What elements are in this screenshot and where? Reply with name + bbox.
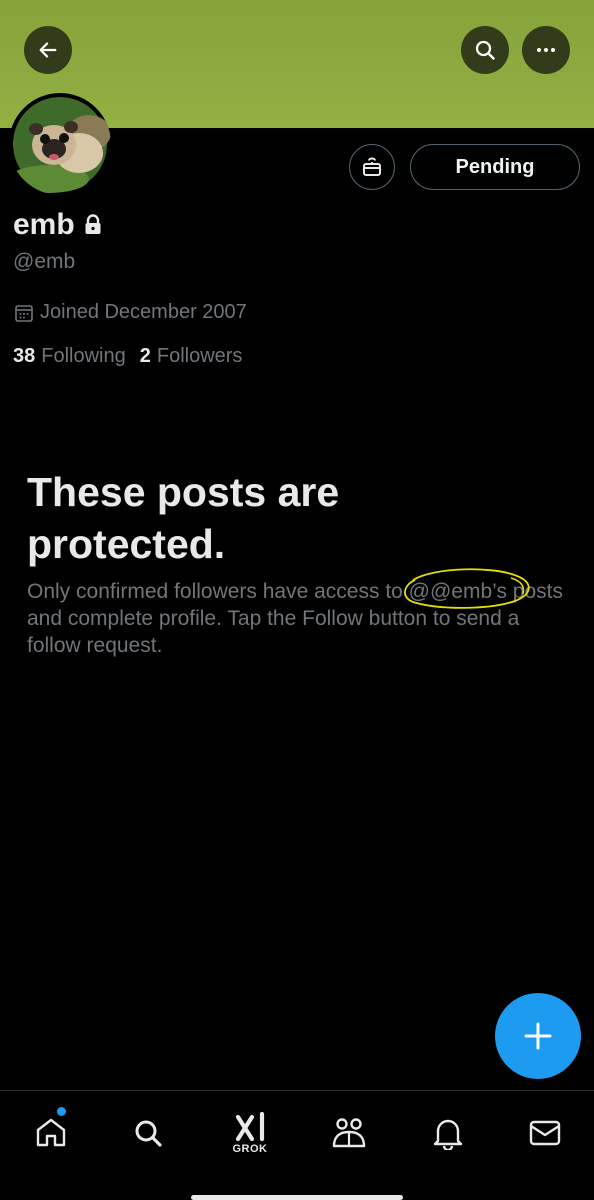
gift-icon [363,157,381,176]
arrow-left-icon [39,42,57,58]
nav-communities[interactable] [325,1109,373,1157]
pending-button[interactable]: Pending [410,144,580,190]
lock-icon [85,214,101,234]
following-label: Following [41,345,126,367]
more-options-button[interactable] [522,26,570,74]
display-name: emb [13,208,103,242]
avatar-image [9,97,111,193]
home-icon [36,1118,66,1147]
bottom-navigation: GROK [0,1090,594,1200]
nav-home[interactable] [27,1109,75,1157]
followers-count: 2 [139,345,151,367]
back-button[interactable] [24,26,72,74]
nav-messages[interactable] [521,1109,569,1157]
followers-label: Followers [156,345,243,367]
follow-stats: 38 Following 2 Followers [13,345,242,368]
home-indicator[interactable] [191,1195,403,1200]
following-count: 38 [13,345,36,367]
pending-label: Pending [455,155,535,178]
search-button[interactable] [461,26,509,74]
followers-link[interactable]: 2 Followers [140,345,243,368]
display-name-text: emb [13,208,75,241]
nav-notifications[interactable] [424,1109,472,1157]
home-notification-dot [57,1107,66,1116]
messages-icon [529,1120,561,1146]
protected-title: These posts are protected. [27,469,340,567]
communities-icon [332,1118,366,1148]
grok-label: GROK [232,1143,268,1155]
following-link[interactable]: 38 Following [13,345,126,368]
protected-handle: @@emb’s [408,580,507,603]
more-horizontal-icon [537,48,555,52]
protected-description: Only confirmed followers have access to … [27,568,572,659]
calendar-icon [15,304,33,322]
user-handle: @emb [13,250,76,273]
plus-icon [524,1022,552,1050]
compose-post-button[interactable] [495,993,581,1079]
protected-body-start: Only confirmed followers have access to [27,580,409,603]
joined-date: Joined December 2007 [14,301,247,324]
search-icon [135,1120,162,1147]
grok-icon [235,1111,265,1142]
joined-text: Joined December 2007 [40,301,247,323]
notifications-icon [433,1119,463,1150]
profile-avatar[interactable] [9,93,111,195]
circled-handle: @@emb’s [403,568,530,609]
gift-button[interactable] [349,144,395,190]
nav-search[interactable] [124,1109,172,1157]
search-icon [475,40,495,60]
